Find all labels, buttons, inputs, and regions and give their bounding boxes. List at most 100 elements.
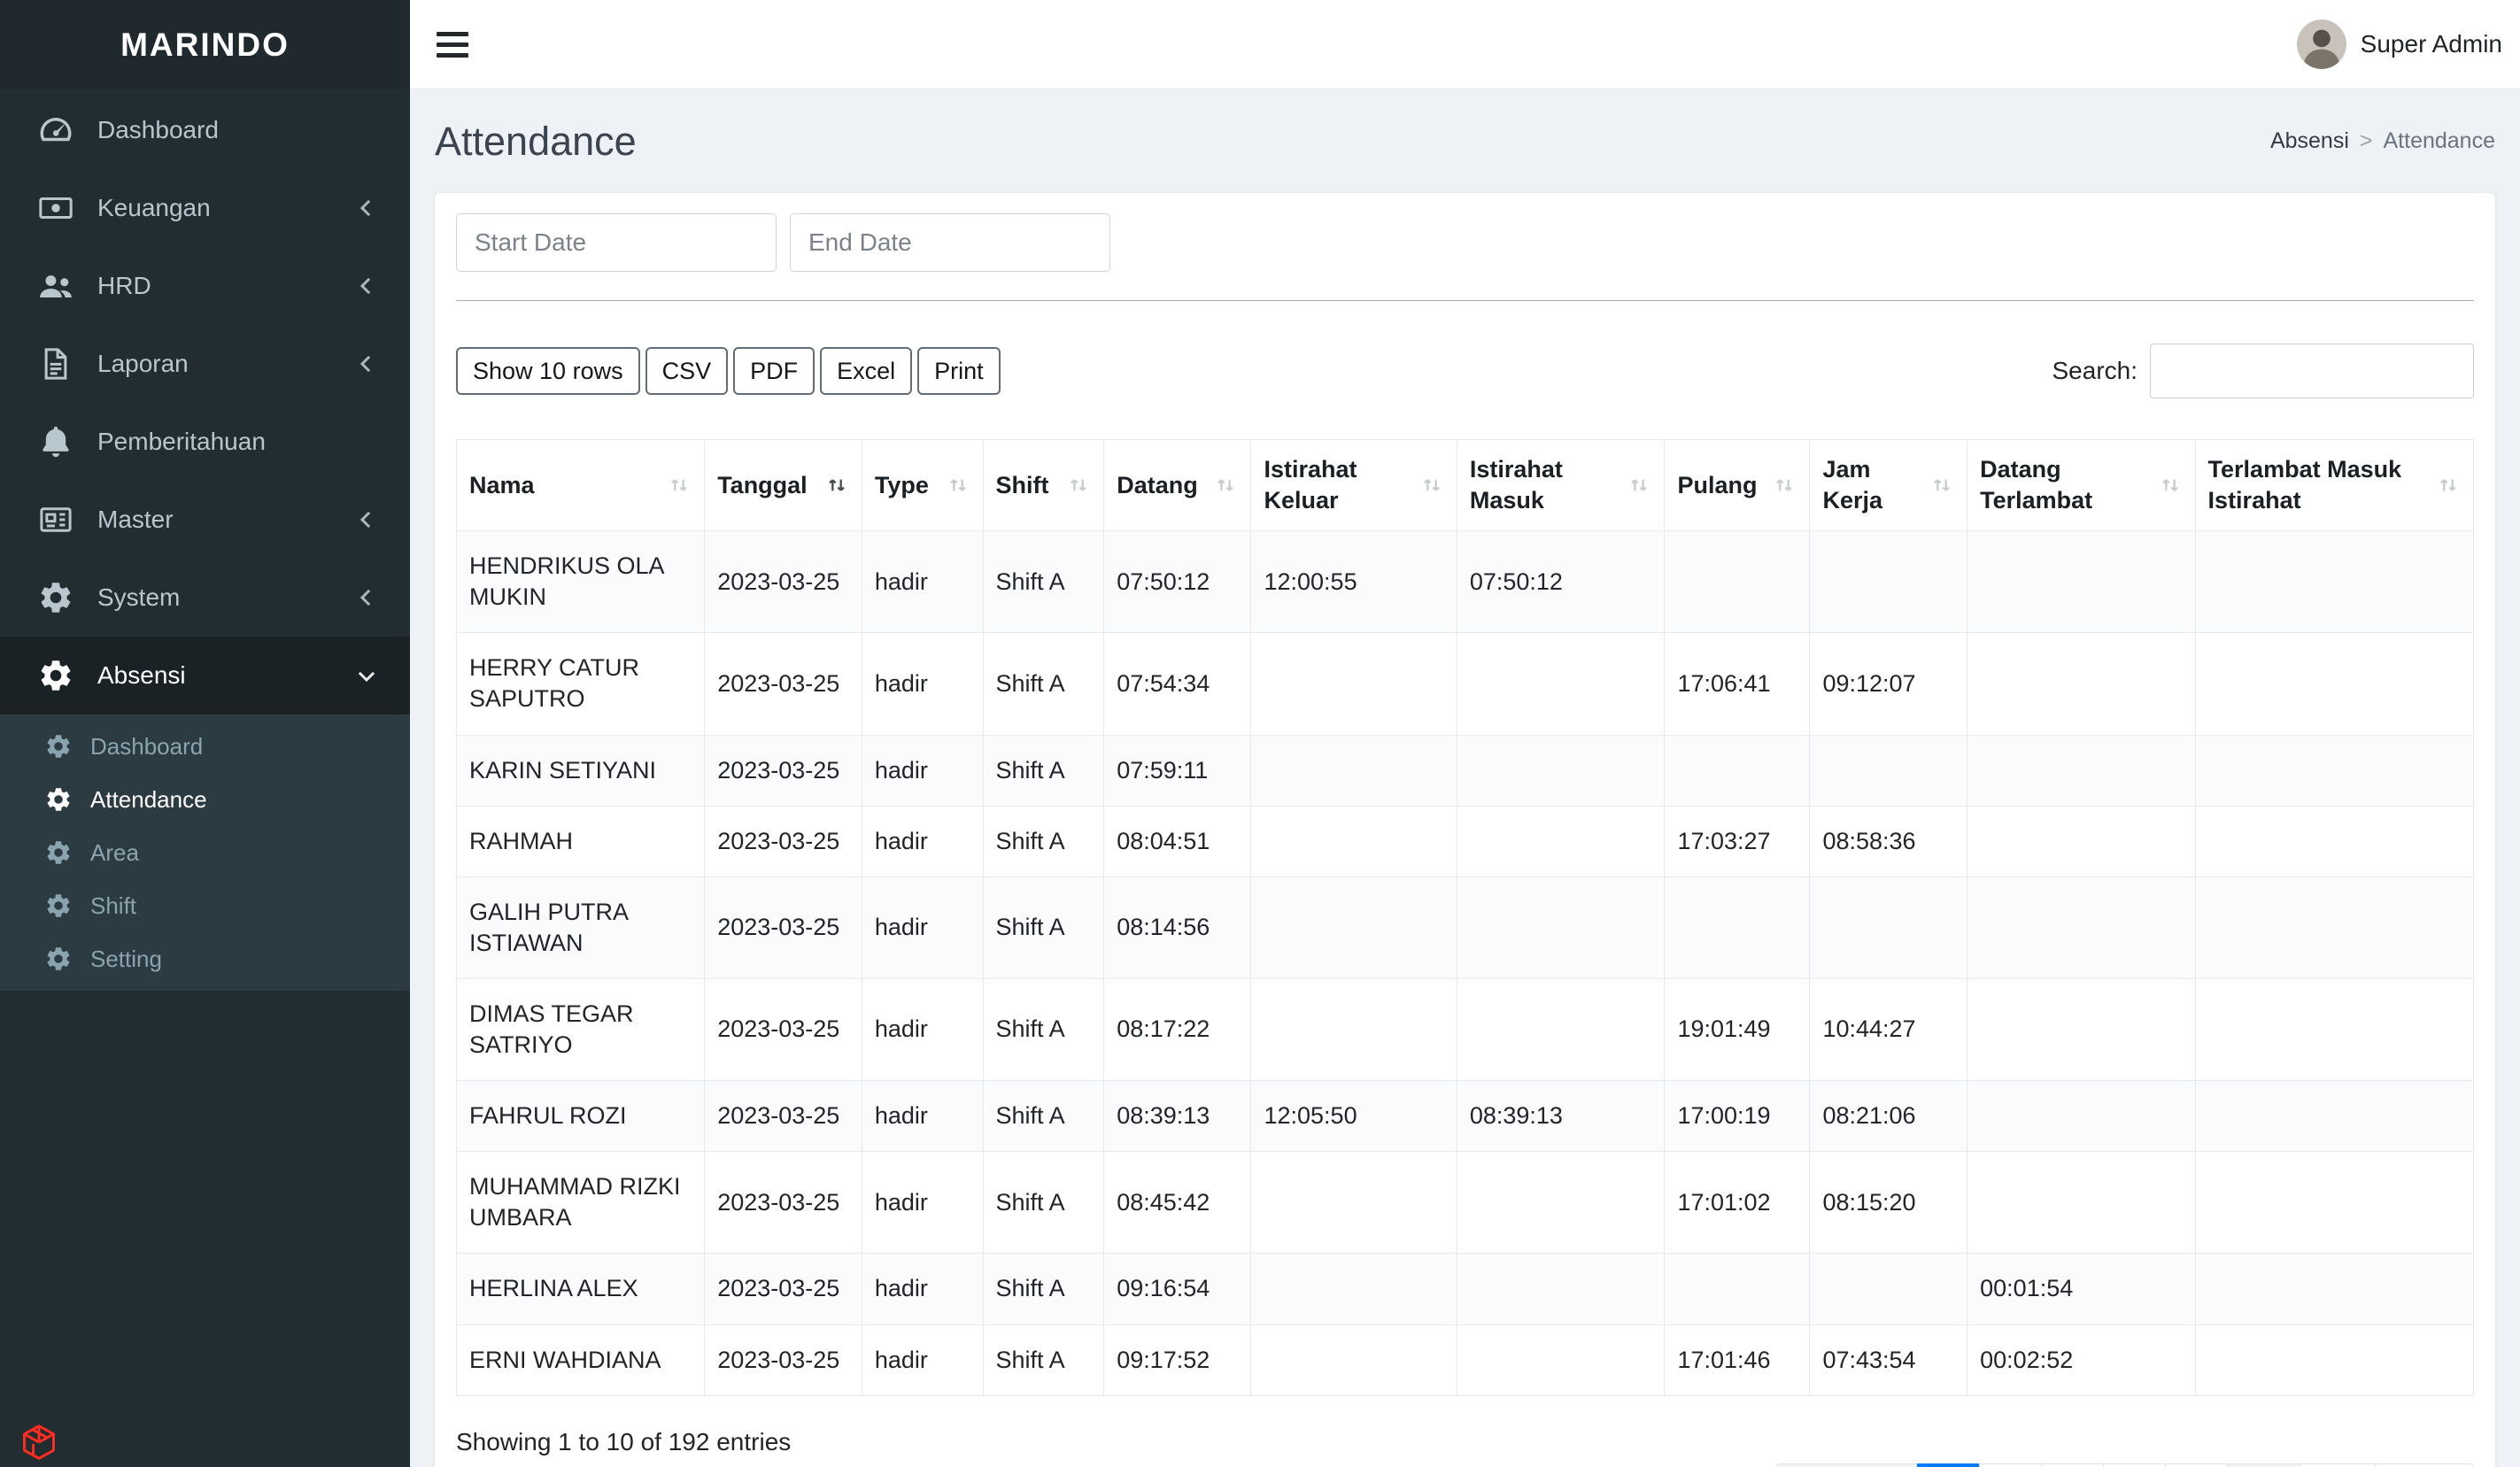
sidebar-item-laporan[interactable]: Laporan (0, 325, 410, 403)
column-label: Shift (995, 471, 1049, 498)
gear-icon (44, 945, 73, 973)
sidebar-subitem-shift[interactable]: Shift (0, 879, 410, 932)
column-header-datang[interactable]: Datang (1103, 438, 1252, 532)
column-header-nama[interactable]: Nama (455, 438, 706, 532)
menu-toggle-button[interactable] (431, 27, 474, 63)
print-button[interactable]: Print (917, 346, 1001, 396)
sort-icon (2158, 471, 2183, 499)
cell-terlambat-masuk-istirahat (2194, 805, 2475, 877)
column-header-terlambat-masuk-istirahat[interactable]: Terlambat Masuk Istirahat (2194, 438, 2475, 532)
sidebar-subitem-setting[interactable]: Setting (0, 932, 410, 985)
app-root: MARINDO Dashboard Keuangan HRD Laporan Pembe… (0, 0, 2520, 1467)
cell-jam-kerja: 10:44:27 (1809, 977, 1968, 1082)
sidebar-item-system[interactable]: System (0, 559, 410, 637)
page-link-previous[interactable]: Previous (1775, 1463, 1919, 1467)
table-row: RAHMAH 2023-03-25 hadir Shift A 08:04:51 17:0… (455, 805, 2475, 877)
page-link-4[interactable]: 4 (2103, 1463, 2167, 1467)
csv-button[interactable]: CSV (645, 346, 729, 396)
cell-datang: 07:54:34 (1103, 632, 1252, 736)
page-link-ellipsis[interactable]: … (2227, 1463, 2301, 1467)
content-header: Attendance Absensi > Attendance (435, 89, 2495, 193)
excel-button[interactable]: Excel (820, 346, 913, 396)
cell-nama: HERLINA ALEX (455, 1253, 706, 1325)
cell-type: hadir (861, 1080, 984, 1153)
sidebar-submenu-absensi: Dashboard Attendance Area Shift Setting (0, 714, 410, 991)
cell-datang-terlambat (1967, 805, 2196, 877)
sidebar-item-pemberitahuan[interactable]: Pemberitahuan (0, 403, 410, 481)
column-label: Jam Kerja (1822, 456, 1883, 514)
column-header-jam-kerja[interactable]: Jam Kerja (1809, 438, 1968, 532)
breadcrumb-link-absensi[interactable]: Absensi (2270, 128, 2349, 154)
page-link-1[interactable]: 1 (1917, 1463, 1981, 1467)
brand-logo[interactable]: MARINDO (0, 0, 410, 89)
cell-tanggal: 2023-03-25 (704, 530, 862, 634)
cell-terlambat-masuk-istirahat (2194, 734, 2475, 807)
cell-type: hadir (861, 632, 984, 736)
hamburger-icon (437, 31, 468, 36)
column-header-tanggal[interactable]: Tanggal (704, 438, 862, 532)
sidebar-item-absensi[interactable]: Absensi (0, 637, 410, 714)
cell-shift: Shift A (982, 1324, 1105, 1396)
start-date-input[interactable] (456, 213, 777, 272)
cell-istirahat-keluar (1250, 1324, 1457, 1396)
sidebar-subitem-dashboard[interactable]: Dashboard (0, 720, 410, 773)
page-link-next[interactable]: Next (2375, 1463, 2474, 1467)
user-menu[interactable]: Super Admin (2296, 19, 2502, 69)
cell-nama: FAHRUL ROZI (455, 1080, 706, 1153)
cell-terlambat-masuk-istirahat (2194, 977, 2475, 1082)
column-header-type[interactable]: Type (861, 438, 984, 532)
sidebar-subitem-label: Setting (90, 945, 162, 972)
cell-terlambat-masuk-istirahat (2194, 632, 2475, 736)
chevron-left-icon (353, 584, 380, 611)
cell-pulang: 17:06:41 (1664, 632, 1811, 736)
cell-shift: Shift A (982, 805, 1105, 877)
cell-terlambat-masuk-istirahat (2194, 1080, 2475, 1153)
column-header-shift[interactable]: Shift (982, 438, 1105, 532)
sort-icon (1627, 471, 1651, 499)
sort-icon (1066, 471, 1091, 499)
chevron-left-icon (353, 273, 380, 299)
sidebar-item-keuangan[interactable]: Keuangan (0, 169, 410, 247)
column-header-istirahat-masuk[interactable]: Istirahat Masuk (1456, 438, 1666, 532)
cell-istirahat-keluar: 12:05:50 (1250, 1080, 1457, 1153)
show-10-rows-button[interactable]: Show 10 rows (456, 346, 640, 396)
search-input[interactable] (2150, 344, 2474, 398)
cell-datang: 08:04:51 (1103, 805, 1252, 877)
table-row: MUHAMMAD RIZKI UMBARA 2023-03-25 hadir Shif… (455, 1151, 2475, 1255)
page-link-5[interactable]: 5 (2165, 1463, 2229, 1467)
sidebar-item-hrd[interactable]: HRD (0, 247, 410, 325)
pdf-button[interactable]: PDF (733, 346, 816, 396)
column-header-datang-terlambat[interactable]: Datang Terlambat (1967, 438, 2196, 532)
table-row: ERNI WAHDIANA 2023-03-25 hadir Shift A 09:17… (455, 1324, 2475, 1396)
cell-nama: HERRY CATUR SAPUTRO (455, 632, 706, 736)
pagination: Previous12345…20Next (1775, 1463, 2474, 1467)
gear-icon (37, 657, 74, 694)
cell-type: hadir (861, 1253, 984, 1325)
page-link-2[interactable]: 2 (1979, 1463, 2043, 1467)
cell-istirahat-keluar (1250, 805, 1457, 877)
cell-istirahat-masuk (1456, 805, 1666, 877)
column-header-istirahat-keluar[interactable]: Istirahat Keluar (1250, 438, 1457, 532)
gear-icon (44, 732, 73, 761)
table-row: GALIH PUTRA ISTIAWAN 2023-03-25 hadir Shift… (455, 876, 2475, 979)
cell-pulang (1664, 530, 1811, 634)
page-link-20[interactable]: 20 (2300, 1463, 2377, 1467)
sort-icon (1213, 471, 1238, 499)
sidebar-item-dashboard[interactable]: Dashboard (0, 91, 410, 169)
breadcrumb: Absensi > Attendance (2270, 128, 2495, 154)
column-header-pulang[interactable]: Pulang (1664, 438, 1811, 532)
cell-tanggal: 2023-03-25 (704, 1151, 862, 1255)
end-date-input[interactable] (790, 213, 1110, 272)
sidebar-subitem-area[interactable]: Area (0, 826, 410, 879)
cell-nama: KARIN SETIYANI (455, 734, 706, 807)
table-row: HERLINA ALEX 2023-03-25 hadir Shift A 09:16:… (455, 1253, 2475, 1325)
cell-datang-terlambat (1967, 530, 2196, 634)
cell-pulang: 17:01:46 (1664, 1324, 1811, 1396)
sidebar-item-master[interactable]: Master (0, 481, 410, 559)
column-label: Nama (469, 471, 535, 498)
table-row: HENDRIKUS OLA MUKIN 2023-03-25 hadir Shift … (455, 530, 2475, 634)
page-item-next: Next (2375, 1463, 2474, 1467)
sidebar-item-label: Laporan (97, 350, 189, 377)
sidebar-subitem-attendance[interactable]: Attendance (0, 773, 410, 826)
page-link-3[interactable]: 3 (2041, 1463, 2105, 1467)
